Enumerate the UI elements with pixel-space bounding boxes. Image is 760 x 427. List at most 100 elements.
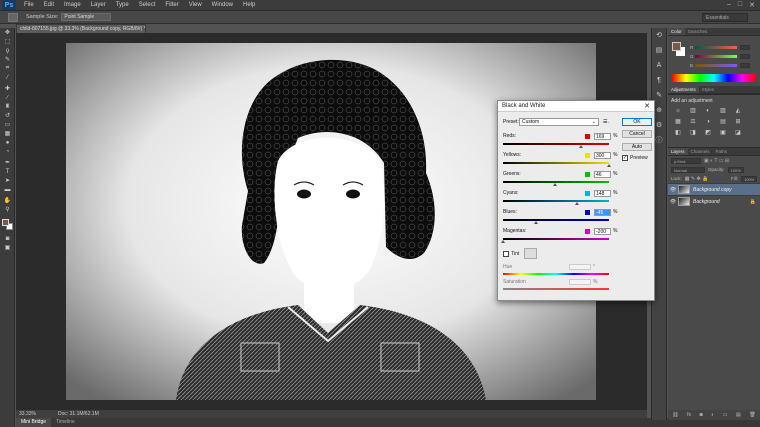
tab-styles[interactable]: Styles — [699, 86, 717, 93]
adjustment-icon[interactable]: ▦ — [673, 118, 683, 127]
menu-filter[interactable]: Filter — [160, 0, 183, 11]
cancel-button[interactable]: Cancel — [622, 130, 652, 138]
magentas-slider[interactable] — [503, 238, 609, 240]
tab-adjustments[interactable]: Adjustments — [668, 86, 699, 93]
blues-value-field[interactable]: -45 — [594, 209, 611, 216]
crop-tool-icon[interactable]: ⌗ — [2, 64, 13, 73]
type-tool-icon[interactable]: T — [2, 167, 13, 176]
red-slider[interactable] — [695, 45, 737, 49]
eraser-tool-icon[interactable]: ▭ — [2, 120, 13, 129]
adjustment-icon[interactable]: ◐ — [703, 107, 713, 116]
filter-icons[interactable]: ▣ ◐ T ▭ ⊞ — [704, 158, 729, 164]
tab-paths[interactable]: Paths — [713, 148, 731, 155]
tab-swatches[interactable]: Swatches — [685, 28, 711, 35]
close-button[interactable]: ✕ — [749, 1, 755, 9]
reds-slider-thumb[interactable] — [579, 145, 584, 148]
adjustment-icon[interactable]: ◑ — [703, 118, 713, 127]
dodge-tool-icon[interactable]: ◔ — [2, 147, 13, 156]
layer-name[interactable]: Background — [693, 199, 720, 205]
ok-button[interactable]: OK — [622, 118, 652, 126]
tab-channels[interactable]: Channels — [688, 148, 713, 155]
adjustment-icon[interactable]: ⚖ — [688, 118, 698, 127]
blur-tool-icon[interactable]: ● — [2, 138, 13, 147]
layer-row-background-copy[interactable]: 👁 Background copy — [668, 183, 760, 195]
sample-size-select[interactable]: Point Sample — [61, 13, 112, 21]
layers-footer-icon[interactable]: fx — [687, 412, 691, 418]
tint-color-swatch[interactable] — [524, 248, 538, 259]
layers-footer-icon[interactable]: 🗑 — [749, 412, 755, 418]
shape-tool-icon[interactable]: ▬ — [2, 185, 13, 194]
hue-slider[interactable] — [503, 273, 609, 275]
properties-panel-icon[interactable]: ▤ — [654, 46, 664, 56]
layers-footer-icon[interactable]: ◙ — [700, 412, 703, 418]
history-panel-icon[interactable]: ⟲ — [654, 31, 664, 41]
close-icon[interactable]: ✕ — [644, 101, 650, 112]
menu-layer[interactable]: Layer — [86, 0, 111, 11]
menu-type[interactable]: Type — [111, 0, 134, 11]
yellows-value-field[interactable]: 300 — [594, 152, 611, 159]
magentas-value-field[interactable]: -200 — [594, 228, 611, 235]
green-value[interactable] — [740, 53, 750, 59]
adjustment-icon[interactable]: ▨ — [718, 107, 728, 116]
blues-slider-thumb[interactable] — [533, 221, 538, 224]
minimize-button[interactable]: – — [727, 1, 731, 9]
doc-size-info[interactable]: Doc: 31.1M/62.1M — [58, 411, 99, 417]
lock-icons[interactable]: ▦ ✎ ✥ 🔒 — [685, 176, 709, 182]
path-select-icon[interactable]: ➤ — [2, 176, 13, 185]
character-panel-icon[interactable]: A — [654, 61, 664, 71]
eye-icon[interactable]: 👁 — [668, 187, 678, 193]
yellows-slider[interactable] — [503, 162, 609, 164]
color-swatches[interactable] — [1, 218, 14, 232]
panel-foreground-color[interactable] — [672, 42, 681, 51]
adjustment-icon[interactable]: ▣ — [718, 129, 728, 138]
adjustment-icon[interactable]: ☼ — [673, 107, 683, 116]
screen-mode-icon[interactable]: ▣ — [2, 243, 13, 252]
marquee-tool-icon[interactable]: ⬚ — [2, 37, 13, 46]
tab-layers[interactable]: Layers — [668, 148, 688, 155]
tab-mini-bridge[interactable]: Mini Bridge — [16, 418, 52, 427]
layer-name[interactable]: Background copy — [693, 187, 732, 193]
magentas-slider-thumb[interactable] — [501, 240, 505, 243]
menu-edit[interactable]: Edit — [39, 0, 59, 11]
cyans-slider[interactable] — [503, 200, 609, 202]
green-slider[interactable] — [695, 54, 737, 58]
dialog-title-bar[interactable]: Black and White ✕ — [498, 101, 654, 112]
greens-slider-thumb[interactable] — [553, 183, 558, 186]
preset-options-icon[interactable]: ☰. — [603, 119, 609, 125]
layer-row-background[interactable]: 👁 Background 🔒 — [668, 195, 760, 207]
foreground-color[interactable] — [2, 219, 9, 226]
tab-color[interactable]: Color — [668, 28, 685, 35]
adjustment-icon[interactable]: ◧ — [673, 129, 683, 138]
blend-mode-select[interactable]: Normal — [671, 166, 705, 173]
info-panel-icon[interactable]: ⓘ — [654, 136, 664, 146]
brush-panel-icon[interactable]: ✎ — [654, 91, 664, 101]
red-value[interactable] — [740, 44, 750, 50]
history-brush-icon[interactable]: ↺ — [2, 111, 13, 120]
color-spectrum[interactable] — [672, 74, 756, 82]
saturation-field[interactable] — [569, 279, 591, 285]
preview-checkbox[interactable]: ✓ — [622, 155, 628, 161]
menu-help[interactable]: Help — [238, 0, 260, 11]
pen-tool-icon[interactable]: ✒ — [2, 158, 13, 167]
adjustment-icon[interactable]: ▤ — [718, 118, 728, 127]
document-tab[interactable]: child-807155.jpg @ 33.3% (Background cop… — [16, 24, 146, 33]
blue-slider[interactable] — [695, 63, 737, 67]
eyedropper-tool-preset[interactable] — [8, 12, 18, 22]
zoom-level[interactable]: 33.33% — [19, 411, 36, 417]
adjustment-icon[interactable]: ◭ — [733, 107, 743, 116]
adjustment-icon[interactable]: ◪ — [733, 129, 743, 138]
reds-value-field[interactable]: 169 — [594, 133, 611, 140]
brush-tool-icon[interactable]: ∕ — [2, 93, 13, 102]
gradient-tool-icon[interactable]: ▦ — [2, 129, 13, 138]
lasso-tool-icon[interactable]: ϙ — [2, 46, 13, 55]
tab-timeline[interactable]: Timeline — [51, 418, 80, 427]
opacity-field[interactable]: 100% — [727, 166, 744, 173]
menu-window[interactable]: Window — [207, 0, 238, 11]
hue-field[interactable] — [569, 264, 591, 270]
auto-button[interactable]: Auto — [622, 143, 652, 151]
clone-stamp-icon[interactable]: ♜ — [2, 102, 13, 111]
eyedropper-tool-icon[interactable]: ⁄ — [2, 73, 13, 82]
hand-tool-icon[interactable]: ✋ — [2, 196, 13, 205]
blues-slider[interactable] — [503, 219, 609, 221]
adjustment-icon[interactable]: ⊞ — [733, 118, 743, 127]
